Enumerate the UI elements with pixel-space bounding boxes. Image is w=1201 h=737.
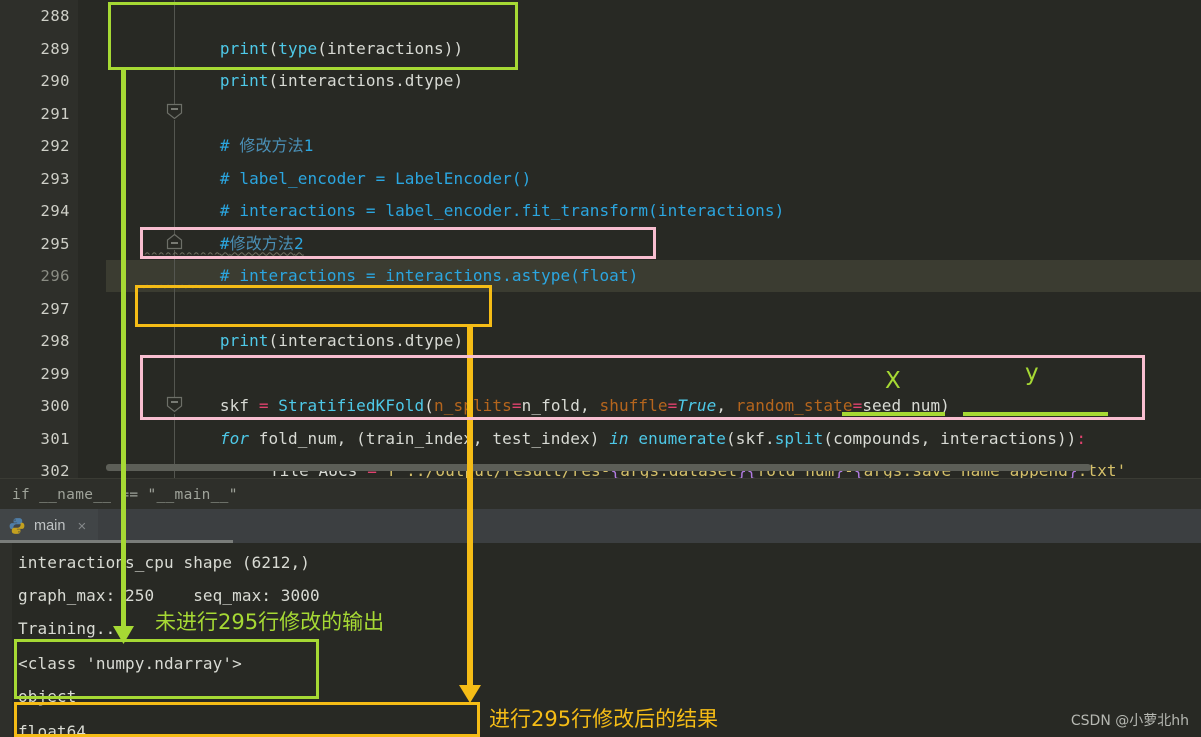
console-line: Training... xyxy=(18,619,126,638)
line-number: 289 xyxy=(40,39,70,58)
code-line-297: print(interactions.dtype) xyxy=(219,331,464,350)
code-line-300: for fold_num, (train_index, test_index) … xyxy=(219,428,1087,448)
code-line-299: skf = StratifiedKFold(n_splits=n_fold, s… xyxy=(219,396,950,415)
line-number-gutter: 288 289 290 291 292 293 294 295 296 297 … xyxy=(0,0,78,480)
code-text-area[interactable]: print(type(interactions)) print(interact… xyxy=(106,0,1201,478)
line-number: 293 xyxy=(40,169,70,188)
console-gutter xyxy=(0,543,12,737)
line-number: 298 xyxy=(40,332,70,350)
line-number: 295 xyxy=(40,234,70,253)
console-line: float64 xyxy=(18,722,87,737)
breadcrumb-text: if __name__ == "__main__" xyxy=(12,486,238,503)
ide-screenshot: 288 289 290 291 292 293 294 295 296 297 … xyxy=(0,0,1201,737)
code-line-288: print(type(interactions)) xyxy=(219,38,464,58)
watermark: CSDN @小萝北hh xyxy=(1070,713,1189,729)
run-console-output[interactable]: interactions_cpu shape (6212,) graph_max… xyxy=(0,543,1201,737)
code-editor[interactable]: 288 289 290 291 292 293 294 295 296 297 … xyxy=(0,0,1201,480)
console-line: object xyxy=(18,687,77,706)
line-number: 301 xyxy=(40,429,70,448)
code-line-294: #修改方法2 xyxy=(219,233,304,253)
console-line: graph_max: 250 seq_max: 3000 xyxy=(18,586,320,605)
line-number: 294 xyxy=(40,202,70,220)
tab-main[interactable]: main × xyxy=(0,509,233,543)
code-folding-gutter[interactable] xyxy=(78,0,183,478)
run-tool-window-tabbar[interactable]: main × xyxy=(0,509,1201,543)
python-icon xyxy=(9,518,25,534)
line-number: 292 xyxy=(40,137,70,155)
line-number: 300 xyxy=(40,397,70,415)
line-number: 290 xyxy=(40,72,70,90)
tab-label: main xyxy=(34,518,66,534)
line-number: 291 xyxy=(40,104,70,123)
code-line-289: print(interactions.dtype) xyxy=(219,71,464,90)
code-line-291: # 修改方法1 xyxy=(219,136,314,155)
code-line-293: # interactions = label_encoder.fit_trans… xyxy=(219,201,785,220)
console-line: interactions_cpu shape (6212,) xyxy=(18,553,310,572)
code-line-292: # label_encoder = LabelEncoder() xyxy=(219,168,532,188)
code-line-301: file_AUCs = f'../output/result/res-{args… xyxy=(270,461,1127,478)
close-icon[interactable]: × xyxy=(77,519,86,534)
line-number: 297 xyxy=(40,299,70,318)
breadcrumb[interactable]: if __name__ == "__main__" xyxy=(0,478,1201,510)
line-number-current: 296 xyxy=(40,267,70,285)
line-number: 299 xyxy=(40,364,70,383)
editor-horizontal-scrollbar[interactable] xyxy=(106,464,1091,471)
code-line-295: # interactions = interactions.astype(flo… xyxy=(219,266,639,285)
line-number: 288 xyxy=(40,7,70,25)
console-line: <class 'numpy.ndarray'> xyxy=(18,654,242,673)
